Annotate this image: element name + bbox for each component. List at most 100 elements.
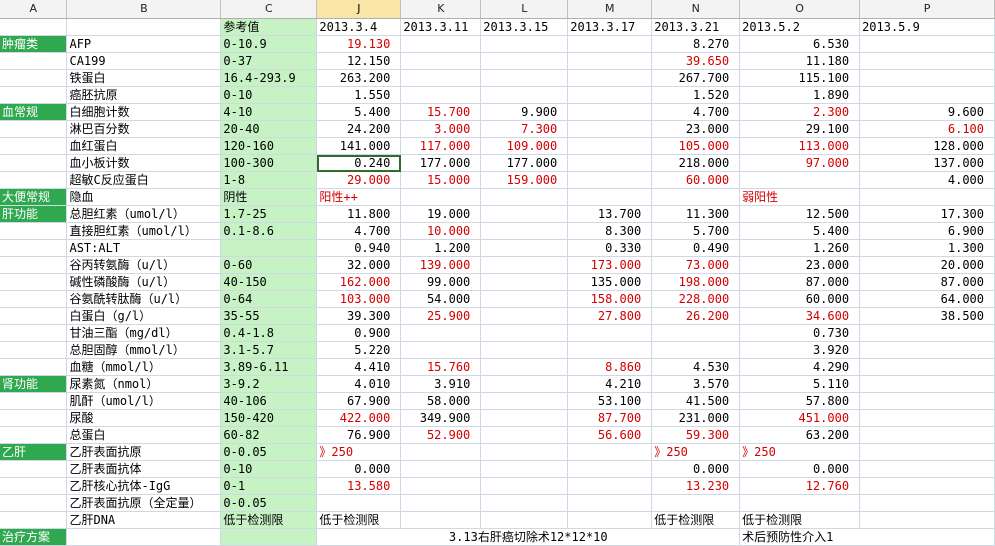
value-cell[interactable]: 38.500 [859,307,995,325]
test-name-cell[interactable]: 超敏C反应蛋白 [66,171,222,189]
value-cell[interactable] [480,460,569,478]
value-cell[interactable]: 218.000 [651,154,741,172]
value-cell[interactable]: 弱阳性 [739,188,861,206]
test-name-cell[interactable]: 谷丙转氨酶（u/l） [66,256,222,274]
reference-range-cell[interactable]: 20-40 [220,120,318,138]
value-cell[interactable] [859,188,995,206]
test-name-cell[interactable]: 血红蛋白 [66,137,222,155]
value-cell[interactable]: 0.730 [739,324,861,342]
value-cell[interactable] [480,52,569,70]
reference-range-cell[interactable]: 35-55 [220,307,318,325]
test-name-cell[interactable]: 谷氨酰转肽酶（u/l） [66,290,222,308]
test-name-cell[interactable]: 乙肝DNA [66,511,222,529]
category-cell[interactable] [0,409,68,427]
value-cell[interactable]: 6.530 [739,35,861,53]
value-cell[interactable] [567,69,653,87]
value-cell[interactable] [651,494,741,512]
value-cell[interactable] [480,409,569,427]
category-cell[interactable] [0,137,68,155]
column-header-n[interactable]: N [651,0,741,19]
reference-range-cell[interactable]: 0.1-8.6 [220,222,318,240]
value-cell[interactable]: 115.100 [739,69,861,87]
value-cell[interactable] [480,239,569,257]
value-cell[interactable] [859,375,995,393]
value-cell[interactable]: 15.700 [400,103,482,121]
value-cell[interactable] [480,511,569,529]
value-cell[interactable]: 56.600 [567,426,653,444]
value-cell[interactable]: 5.400 [316,103,402,121]
column-header-p[interactable]: P [859,0,995,19]
spreadsheet[interactable]: A B C J K L M N O P 参考值 2013.3.4 2013.3.11 2013.3.15 2… [0,0,995,546]
value-cell[interactable]: 19.130 [316,35,402,53]
value-cell[interactable]: 451.000 [739,409,861,427]
value-cell[interactable]: 0.490 [651,239,741,257]
value-cell[interactable] [480,86,569,104]
value-cell[interactable] [567,460,653,478]
value-cell[interactable]: 162.000 [316,273,402,291]
value-cell[interactable] [567,188,653,206]
value-cell[interactable]: 1.260 [739,239,861,257]
value-cell[interactable] [400,86,482,104]
reference-range-cell[interactable]: 3.1-5.7 [220,341,318,359]
category-cell[interactable] [0,222,68,240]
reference-range-cell[interactable]: 60-82 [220,426,318,444]
value-cell[interactable]: 228.000 [651,290,741,308]
test-name-cell[interactable]: 癌胚抗原 [66,86,222,104]
value-cell[interactable] [651,324,741,342]
value-cell[interactable] [400,341,482,359]
value-cell[interactable]: 4.210 [567,375,653,393]
value-cell[interactable]: 1.890 [739,86,861,104]
value-cell[interactable] [567,443,653,461]
value-cell[interactable] [480,273,569,291]
test-name-cell[interactable]: 肌酐（umol/l） [66,392,222,410]
value-cell[interactable] [400,443,482,461]
value-cell[interactable]: 阳性++ [316,188,402,206]
reference-range-cell[interactable] [220,239,318,257]
value-cell[interactable]: 10.000 [400,222,482,240]
value-cell[interactable] [567,341,653,359]
value-cell[interactable] [480,358,569,376]
value-cell[interactable]: 12.760 [739,477,861,495]
value-cell[interactable]: 64.000 [859,290,995,308]
value-cell[interactable] [567,511,653,529]
column-header-m[interactable]: M [567,0,653,19]
value-cell[interactable]: 24.200 [316,120,402,138]
reference-header[interactable]: 参考值 [220,18,318,36]
value-cell[interactable]: 8.270 [651,35,741,53]
value-cell[interactable]: 158.000 [567,290,653,308]
category-cell[interactable] [0,256,68,274]
value-cell[interactable] [567,137,653,155]
value-cell[interactable]: 3.920 [739,341,861,359]
value-cell[interactable]: 198.000 [651,273,741,291]
category-label[interactable]: 肝功能 [0,205,68,223]
value-cell[interactable] [480,443,569,461]
value-cell[interactable]: 1.300 [859,239,995,257]
reference-range-cell[interactable]: 3-9.2 [220,375,318,393]
value-cell[interactable]: 4.410 [316,358,402,376]
category-cell[interactable] [0,358,68,376]
value-cell[interactable]: 0.940 [316,239,402,257]
value-cell[interactable] [859,86,995,104]
value-cell[interactable]: 23.000 [739,256,861,274]
test-name-cell[interactable]: 总蛋白 [66,426,222,444]
test-name-cell[interactable]: 乙肝表面抗原（全定量） [66,494,222,512]
value-cell[interactable]: 4.000 [859,171,995,189]
value-cell[interactable]: 113.000 [739,137,861,155]
value-cell[interactable]: 0.330 [567,239,653,257]
reference-range-cell[interactable]: 0-10.9 [220,35,318,53]
reference-range-cell[interactable]: 16.4-293.9 [220,69,318,87]
category-cell[interactable] [0,324,68,342]
test-name-cell[interactable]: 甘油三酯（mg/dl） [66,324,222,342]
reference-range-cell[interactable]: 1-8 [220,171,318,189]
value-cell[interactable] [400,52,482,70]
reference-range-cell[interactable]: 0-60 [220,256,318,274]
value-cell[interactable] [400,511,482,529]
value-cell[interactable]: 60.000 [739,290,861,308]
column-header-o[interactable]: O [739,0,861,19]
reference-range-cell[interactable]: 低于检测限 [220,511,318,529]
reference-range-cell[interactable]: 阴性 [220,188,318,206]
reference-range-cell[interactable]: 4-10 [220,103,318,121]
category-cell[interactable] [0,154,68,172]
value-cell[interactable] [567,35,653,53]
reference-range-cell[interactable]: 150-420 [220,409,318,427]
